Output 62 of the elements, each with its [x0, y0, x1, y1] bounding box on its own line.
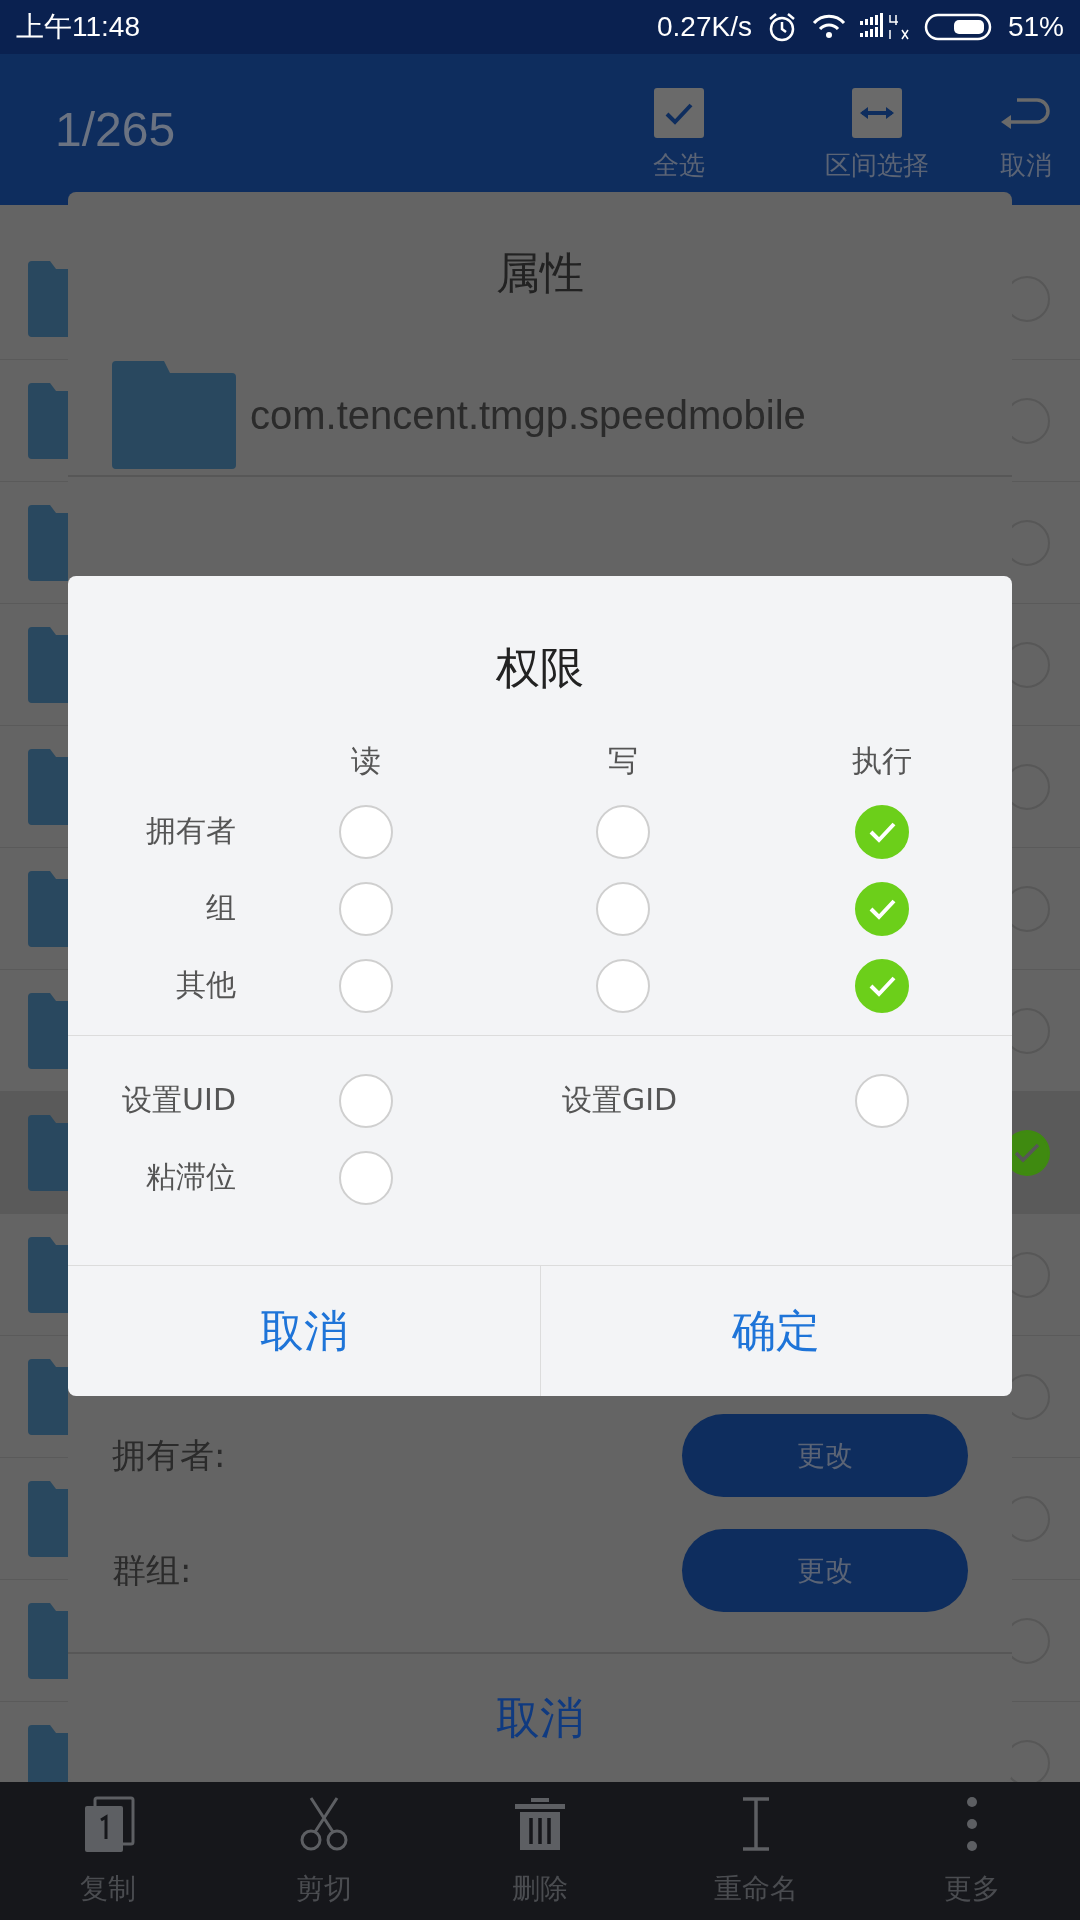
folder-icon: [28, 1480, 68, 1557]
dialog-title: 权限: [496, 640, 584, 695]
folder-icon: [28, 1602, 68, 1679]
column-header: 执行: [851, 741, 913, 780]
folder-icon: [28, 626, 68, 703]
checkbox[interactable]: [855, 1073, 909, 1128]
wifi-icon: [811, 14, 846, 40]
battery-percent: 51%: [1007, 11, 1064, 43]
folder-icon: [28, 1358, 68, 1435]
network-speed: 0.27K/s: [657, 11, 752, 43]
owner-label: 拥有者:: [112, 1433, 226, 1477]
row-label: 其他: [175, 966, 237, 1004]
checkbox[interactable]: [339, 958, 393, 1013]
folder-icon: [28, 504, 68, 581]
checkbox[interactable]: [339, 881, 393, 936]
checkbox[interactable]: [596, 881, 650, 936]
group-label: 群组:: [112, 1548, 192, 1592]
toolbar-button[interactable]: 取消: [976, 88, 1076, 183]
checkbox[interactable]: [339, 1150, 393, 1205]
cellular-signal-icon: [859, 13, 910, 41]
cancel-button[interactable]: 取消: [68, 1652, 1012, 1782]
text-cursor-icon: [743, 1796, 769, 1854]
dialog-button[interactable]: 取消: [68, 1266, 540, 1396]
selection-counter: 1/265: [55, 102, 177, 157]
folder-icon: [28, 382, 68, 459]
column-header: 写: [607, 741, 639, 780]
change-button[interactable]: 更改: [682, 1414, 968, 1497]
option-label: 设置GID: [562, 1081, 679, 1119]
folder-icon: [28, 1236, 68, 1313]
check-icon: [868, 974, 896, 997]
row-label: 组: [205, 889, 237, 927]
folder-icon: [28, 870, 68, 947]
checkbox[interactable]: [855, 804, 909, 859]
checkbox[interactable]: [596, 804, 650, 859]
checkbox[interactable]: [596, 958, 650, 1013]
folder-icon: [112, 361, 236, 469]
dialog-button[interactable]: 确定: [539, 1266, 1012, 1396]
folder-icon: [28, 1114, 68, 1191]
file-name: com.tencent.tmgp.speedmobile: [250, 392, 806, 438]
option-label: 粘滞位: [145, 1158, 237, 1196]
check-icon: [1014, 1142, 1040, 1163]
checkbox-icon: [654, 88, 704, 138]
dialog-title: 属性: [496, 246, 584, 300]
folder-icon: [28, 748, 68, 825]
check-icon: [868, 820, 896, 843]
folder-icon: [28, 992, 68, 1069]
checkbox[interactable]: [855, 958, 909, 1013]
checkbox[interactable]: [855, 881, 909, 936]
battery-icon: [923, 13, 994, 41]
toolbar-button[interactable]: 全选: [580, 88, 778, 183]
checkbox[interactable]: [339, 804, 393, 859]
column-header: 读: [350, 741, 382, 780]
check-icon: [868, 897, 896, 920]
option-label: 设置UID: [121, 1081, 237, 1119]
more-icon: [966, 1796, 978, 1854]
toolbar-button[interactable]: 区间选择: [778, 88, 976, 183]
clock-time: 上午11:48: [16, 10, 141, 44]
checkbox[interactable]: [339, 1073, 393, 1128]
change-button[interactable]: 更改: [682, 1529, 968, 1612]
folder-icon: [28, 1724, 68, 1782]
folder-icon: [28, 260, 68, 337]
row-label: 拥有者: [145, 812, 237, 850]
